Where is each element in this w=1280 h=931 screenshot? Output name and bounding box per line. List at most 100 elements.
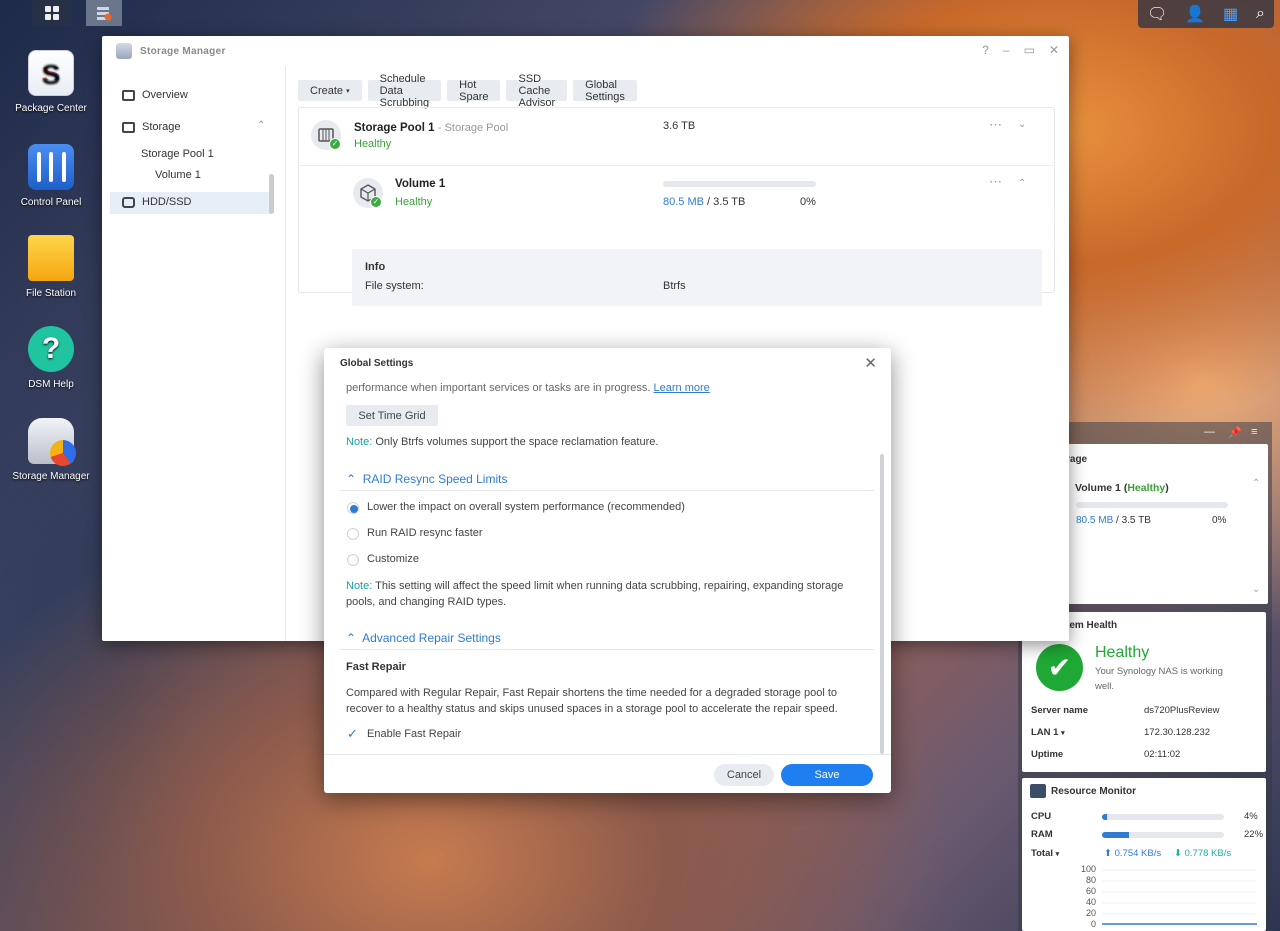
overview-icon xyxy=(122,89,135,101)
lan-selector[interactable]: LAN 1 ▾ xyxy=(1031,727,1065,738)
radio-customize[interactable] xyxy=(347,554,359,566)
main-menu-button[interactable] xyxy=(32,0,72,26)
radio-run-faster[interactable] xyxy=(347,528,359,540)
note-raid: Note: This setting will affect the speed… xyxy=(346,580,843,592)
raid-section-header[interactable]: ⌃ RAID Resync Speed Limits xyxy=(346,472,507,486)
desktop-icon-label: DSM Help xyxy=(28,379,74,390)
pool-name: Storage Pool 1 xyxy=(354,122,435,134)
widgets-icon[interactable]: ▦ xyxy=(1223,4,1238,24)
taskbar: 🗨 👤 ▦ ⌕ xyxy=(0,0,1280,28)
option-label: Customize xyxy=(367,553,419,565)
control-panel-icon xyxy=(28,144,74,190)
schedule-scrubbing-button[interactable]: Schedule Data Scrubbing xyxy=(367,73,442,109)
divider xyxy=(324,754,891,755)
create-button[interactable]: Create ▾ xyxy=(298,80,362,101)
check-icon: ✓ xyxy=(329,138,341,150)
monitor-icon xyxy=(1030,784,1046,798)
file-station-shortcut[interactable]: File Station xyxy=(6,235,96,300)
control-panel-shortcut[interactable]: Control Panel xyxy=(6,144,96,209)
radio-lower-impact[interactable] xyxy=(347,502,359,514)
package-center-shortcut[interactable]: S Package Center xyxy=(6,50,96,115)
cpu-bar xyxy=(1102,814,1224,820)
learn-more-link[interactable]: Learn more xyxy=(654,382,710,394)
hot-spare-button[interactable]: Hot Spare xyxy=(447,79,501,103)
chevron-down-icon: ▾ xyxy=(1061,730,1065,737)
chevron-down-icon[interactable]: ⌄ xyxy=(1018,119,1026,130)
storage-manager-taskbar-button[interactable] xyxy=(86,0,122,26)
repair-section-header[interactable]: ⌃ Advanced Repair Settings xyxy=(346,631,501,645)
close-icon[interactable]: ✕ xyxy=(864,354,877,372)
server-name-label: Server name xyxy=(1031,705,1089,716)
total-label: Total xyxy=(1031,848,1053,859)
user-icon[interactable]: 👤 xyxy=(1185,4,1205,24)
package-center-icon: S xyxy=(28,50,74,96)
sidebar-item-overview[interactable]: Overview xyxy=(122,89,188,101)
note-text: pools, and changing RAID types. xyxy=(346,596,507,608)
chevron-down-icon: ▾ xyxy=(346,87,350,95)
check-icon: ✔ xyxy=(1036,644,1083,691)
sidebar-item-storage[interactable]: Storage xyxy=(122,121,181,133)
volume-total: / 3.5 TB xyxy=(707,196,746,208)
chevron-up-icon[interactable]: ⌃ xyxy=(1252,478,1260,489)
volume-name: Volume 1 xyxy=(395,178,446,190)
pool-type: - Storage Pool xyxy=(437,122,509,134)
dsm-help-shortcut[interactable]: ? DSM Help xyxy=(6,326,96,391)
help-icon: ? xyxy=(28,326,74,372)
download-icon: ⬇ xyxy=(1174,848,1182,859)
cancel-button[interactable]: Cancel xyxy=(714,764,774,786)
volume-percent: 0% xyxy=(800,196,816,208)
chevron-up-icon[interactable]: ⌃ xyxy=(257,120,265,131)
option-label: Run RAID resync faster xyxy=(367,527,483,539)
desktop-icon-label: Control Panel xyxy=(20,197,82,208)
top-text: performance when important services or t… xyxy=(346,382,710,394)
sidebar-item-volume[interactable]: Volume 1 xyxy=(155,169,201,181)
save-button[interactable]: Save xyxy=(781,764,873,786)
pin-icon[interactable]: 📌 xyxy=(1228,426,1242,439)
ram-label: RAM xyxy=(1031,829,1053,840)
total-selector[interactable]: Total ▾ xyxy=(1031,848,1059,859)
y-tick-label: 60 xyxy=(1085,886,1096,896)
divider xyxy=(340,649,874,650)
set-time-grid-button[interactable]: Set Time Grid xyxy=(346,405,438,426)
section-title: Advanced Repair Settings xyxy=(362,631,501,645)
more-icon[interactable]: ⋯ xyxy=(989,117,1002,133)
sidebar-item-hdd[interactable]: HDD/SSD xyxy=(122,196,192,208)
window-titlebar[interactable]: Storage Manager xyxy=(102,36,1069,66)
maximize-button[interactable]: ▭ xyxy=(1024,43,1035,57)
note-text: This setting will affect the speed limit… xyxy=(375,580,844,592)
minimize-button[interactable]: – xyxy=(1003,43,1010,57)
search-icon[interactable]: ⌕ xyxy=(1256,5,1265,23)
storage-pool-card: ✓ Storage Pool 1 - Storage Pool Healthy … xyxy=(298,107,1055,306)
chevron-down-icon: ▾ xyxy=(1055,851,1060,858)
widget-total: / 3.5 TB xyxy=(1116,515,1151,526)
widget-usage-bar xyxy=(1076,502,1228,508)
sidebar-scrollbar[interactable] xyxy=(269,174,274,214)
sidebar-item-storage-pool[interactable]: Storage Pool 1 xyxy=(141,148,214,160)
dialog-body: performance when important services or t… xyxy=(324,378,891,754)
widget-usage: 80.5 MB / 3.5 TB xyxy=(1076,515,1151,526)
health-desc: well. xyxy=(1095,681,1115,692)
chevron-up-icon[interactable]: ⌃ xyxy=(1018,178,1026,189)
widget-menu-icon[interactable]: ≡ xyxy=(1251,426,1257,438)
fast-repair-desc: Compared with Regular Repair, Fast Repai… xyxy=(346,687,838,699)
option-label: Lower the impact on overall system perfo… xyxy=(367,501,685,513)
ram-bar xyxy=(1102,832,1224,838)
dialog-scrollbar[interactable] xyxy=(880,454,884,754)
ssd-cache-advisor-button[interactable]: SSD Cache Advisor xyxy=(506,73,568,109)
storage-pool-row[interactable]: ✓ Storage Pool 1 - Storage Pool Healthy … xyxy=(299,108,1054,166)
health-desc: Your Synology NAS is working xyxy=(1095,666,1223,677)
help-button[interactable]: ? xyxy=(982,43,989,57)
fast-repair-heading: Fast Repair xyxy=(346,661,406,673)
widget-title: tem Health xyxy=(1066,620,1118,631)
more-icon[interactable]: ⋯ xyxy=(989,174,1002,190)
global-settings-button[interactable]: Global Settings xyxy=(573,79,637,103)
widget-title: rage xyxy=(1066,454,1088,465)
minimize-icon[interactable]: — xyxy=(1204,426,1215,438)
cpu-label: CPU xyxy=(1031,811,1052,822)
download-rate: ⬇ 0.778 KB/s xyxy=(1174,848,1231,859)
storage-manager-shortcut[interactable]: Storage Manager xyxy=(6,418,96,483)
chat-icon[interactable]: 🗨 xyxy=(1147,4,1167,24)
enable-fast-repair-checkbox[interactable]: ✓ xyxy=(347,726,358,742)
close-button[interactable]: ✕ xyxy=(1049,43,1059,57)
chevron-down-icon[interactable]: ⌄ xyxy=(1252,584,1260,595)
